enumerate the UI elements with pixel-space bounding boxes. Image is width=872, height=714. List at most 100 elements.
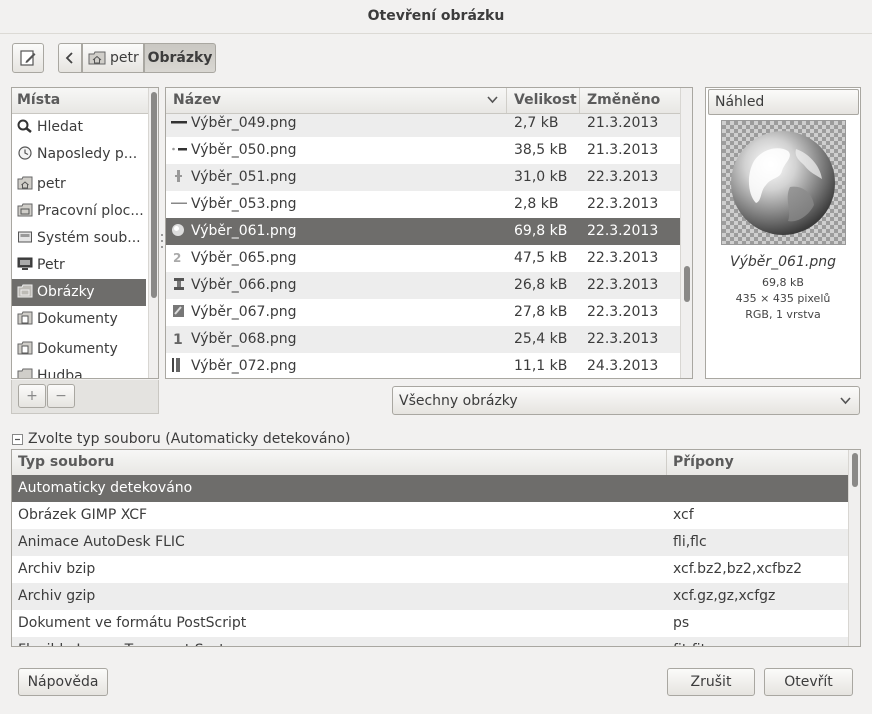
file-row[interactable]: 1 Výběr_068.png 25,4 kB 22.3.2013 <box>166 326 680 353</box>
file-row[interactable]: 2 Výběr_065.png 47,5 kB 22.3.2013 <box>166 245 680 272</box>
image-thumbnail-icon <box>172 147 187 151</box>
place-item-filesystem[interactable]: Systém soub... <box>12 225 146 252</box>
file-name: Výběr_067.png <box>191 304 297 320</box>
globe-thumbnail-icon <box>172 224 184 236</box>
place-label: Naposledy p... <box>37 146 138 162</box>
file-modified: 21.3.2013 <box>587 142 659 158</box>
home-folder-icon <box>88 51 106 65</box>
place-label: Hudba <box>37 368 83 379</box>
filetype-name: Animace AutoDesk FLIC <box>18 534 185 550</box>
home-folder-icon <box>17 176 33 190</box>
file-name: Výběr_072.png <box>191 358 297 374</box>
place-label: Hledat <box>37 119 83 135</box>
file-row[interactable]: Výběr_067.png 27,8 kB 22.3.2013 <box>166 299 680 326</box>
sort-chevron-down-icon <box>487 96 498 104</box>
file-row[interactable]: Výběr_053.png 2,8 kB 22.3.2013 <box>166 191 680 218</box>
place-label: Dokumenty <box>37 341 118 357</box>
filetype-row-selected[interactable]: Automaticky detekováno <box>12 475 848 502</box>
image-thumbnail-icon <box>171 202 187 204</box>
place-item-dokumenty[interactable]: Dokumenty <box>12 306 146 333</box>
column-name[interactable]: Název <box>166 88 507 113</box>
filetype-scroll-thumb[interactable] <box>852 453 858 487</box>
file-size: 2,7 kB <box>514 115 559 131</box>
file-row[interactable]: Výběr_049.png 2,7 kB 21.3.2013 <box>166 114 680 137</box>
places-button-bar: + − <box>11 380 159 414</box>
file-list-scroll-thumb[interactable] <box>684 266 690 302</box>
file-size: 69,8 kB <box>514 223 568 239</box>
back-button[interactable] <box>58 43 82 73</box>
add-bookmark-button[interactable]: + <box>18 384 46 408</box>
preview-header-button[interactable]: Náhled <box>708 89 859 115</box>
filetype-ext: ps <box>673 615 690 631</box>
file-filter-select[interactable]: Všechny obrázky <box>392 386 860 415</box>
filetype-name: Archiv bzip <box>18 561 96 577</box>
path-button-petr[interactable]: petr <box>82 43 144 73</box>
clock-icon <box>18 146 32 160</box>
file-size: 11,1 kB <box>514 358 568 374</box>
filetype-row[interactable]: Flexible Image Transport System fit,fits <box>12 637 848 646</box>
filetype-name: Archiv gzip <box>18 588 96 604</box>
place-item-dokumenty-2[interactable]: Dokumenty <box>12 336 146 363</box>
filetype-row[interactable]: Animace AutoDesk FLIC fli,flc <box>12 529 848 556</box>
open-button[interactable]: Otevřít <box>764 668 853 696</box>
column-size[interactable]: Velikost <box>507 88 580 113</box>
globe-image <box>731 131 835 235</box>
file-row-selected[interactable]: Výběr_061.png 69,8 kB 22.3.2013 <box>166 218 680 245</box>
file-name: Výběr_061.png <box>191 223 297 239</box>
folder-icon <box>17 368 33 378</box>
preview-mode: RGB, 1 vrstva <box>745 308 821 321</box>
file-name: Výběr_049.png <box>191 115 297 131</box>
preview-panel: Náhled Výběr_061.png 69,8 kB 435 × 435 p… <box>705 87 861 379</box>
filetype-ext: fli,flc <box>673 534 707 550</box>
filetype-ext: xcf.bz2,bz2,xcfbz2 <box>673 561 803 577</box>
path-button-obrazky[interactable]: Obrázky <box>144 43 216 73</box>
file-modified: 22.3.2013 <box>587 277 659 293</box>
drive-icon <box>18 231 32 243</box>
file-row[interactable]: Výběr_072.png 11,1 kB 24.3.2013 <box>166 353 680 378</box>
file-row[interactable]: Výběr_066.png 26,8 kB 22.3.2013 <box>166 272 680 299</box>
image-thumbnail-icon <box>174 278 184 290</box>
search-icon <box>17 119 32 133</box>
collapse-icon <box>12 433 23 445</box>
help-button[interactable]: Nápověda <box>18 668 108 696</box>
filetype-scrollbar[interactable] <box>848 450 860 646</box>
preview-dimensions: 435 × 435 pixelů <box>735 292 831 305</box>
place-item-recent[interactable]: Naposledy p... <box>12 141 146 168</box>
place-item-hudba[interactable]: Hudba <box>12 363 146 379</box>
column-extensions[interactable]: Přípony <box>667 450 848 475</box>
places-scrollbar[interactable] <box>148 88 158 378</box>
file-modified: 22.3.2013 <box>587 223 659 239</box>
file-row[interactable]: Výběr_050.png 38,5 kB 21.3.2013 <box>166 137 680 164</box>
filetype-expander[interactable]: Zvolte typ souboru (Automaticky deteková… <box>12 430 350 448</box>
file-name: Výběr_065.png <box>191 250 297 266</box>
filetype-row[interactable]: Dokument ve formátu PostScript ps <box>12 610 848 637</box>
path-label-obrazky: Obrázky <box>147 50 213 66</box>
file-row[interactable]: Výběr_051.png 31,0 kB 22.3.2013 <box>166 164 680 191</box>
remove-bookmark-button[interactable]: − <box>47 384 75 408</box>
place-item-obrazky[interactable]: Obrázky <box>12 279 146 306</box>
file-modified: 22.3.2013 <box>587 331 659 347</box>
place-label: Pracovní ploc... <box>37 203 144 219</box>
file-list-scrollbar[interactable] <box>680 88 692 378</box>
folder-icon <box>17 203 33 217</box>
edit-location-button[interactable] <box>12 43 44 73</box>
filetype-row[interactable]: Archiv bzip xcf.bz2,bz2,xcfbz2 <box>12 556 848 583</box>
filetype-ext: xcf <box>673 507 694 523</box>
place-item-computer[interactable]: Petr <box>12 252 146 279</box>
filetype-row[interactable]: Archiv gzip xcf.gz,gz,xcfgz <box>12 583 848 610</box>
place-item-petr[interactable]: petr <box>12 171 146 198</box>
filetype-ext: xcf.gz,gz,xcfgz <box>673 588 776 604</box>
filetype-header: Typ souboru Přípony <box>12 450 848 476</box>
column-modified[interactable]: Změněno <box>580 88 680 113</box>
column-filetype[interactable]: Typ souboru <box>12 450 667 475</box>
place-item-desktop[interactable]: Pracovní ploc... <box>12 198 146 225</box>
cancel-button[interactable]: Zrušit <box>667 668 755 696</box>
pane-splitter[interactable] <box>160 230 164 260</box>
place-item-hledat[interactable]: Hledat <box>12 114 146 141</box>
chevron-left-icon <box>65 52 73 64</box>
places-scroll-thumb[interactable] <box>151 92 157 298</box>
file-size: 47,5 kB <box>514 250 568 266</box>
filetype-row[interactable]: Obrázek GIMP XCF xcf <box>12 502 848 529</box>
file-modified: 21.3.2013 <box>587 115 659 131</box>
file-list-header: Název Velikost Změněno <box>166 88 680 114</box>
